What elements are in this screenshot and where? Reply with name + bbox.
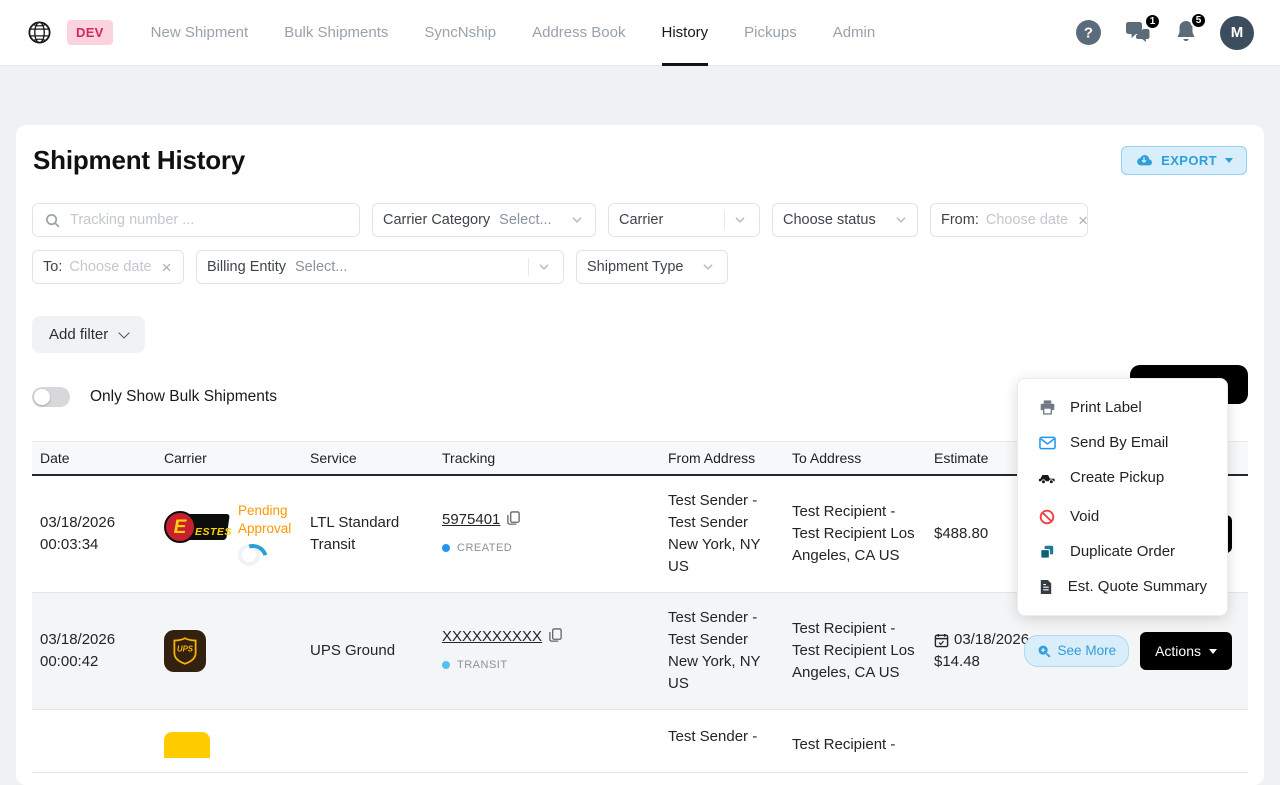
page-title: Shipment History <box>33 145 245 176</box>
from-address: Test Sender - Test Sender New York, NY U… <box>660 475 784 593</box>
nav-item-admin[interactable]: Admin <box>833 0 876 66</box>
chevron-down-icon <box>119 327 130 338</box>
bulk-toggle-label: Only Show Bulk Shipments <box>90 388 277 406</box>
page-body: Shipment History EXPORT Carrier Category… <box>0 66 1280 785</box>
magnifier-plus-icon <box>1037 644 1051 658</box>
filters-bar: Carrier Category Select... Carrier Choos… <box>32 203 1142 284</box>
chevron-down-icon <box>731 211 749 229</box>
from-address: Test Sender - <box>660 710 784 773</box>
notifications-button[interactable]: 5 <box>1174 19 1198 46</box>
row-actions-button[interactable]: Actions <box>1140 632 1232 670</box>
search-icon <box>45 213 60 228</box>
chevron-down-icon <box>568 211 586 229</box>
email-icon <box>1038 436 1056 450</box>
truck-icon <box>1038 470 1056 485</box>
column-header-date: Date <box>32 442 156 476</box>
caret-down-icon <box>1225 158 1233 163</box>
shipment-service: UPS Ground <box>302 593 434 710</box>
bulk-shipments-toggle[interactable] <box>32 387 70 407</box>
status-dot <box>442 661 450 669</box>
menu-item-print-label[interactable]: Print Label <box>1018 390 1227 425</box>
nav-item-pickups[interactable]: Pickups <box>744 0 797 66</box>
actions-dropdown-menu: Print Label Send By Email Create Pickup … <box>1017 378 1228 616</box>
menu-item-est-quote-summary[interactable]: Est. Quote Summary <box>1018 569 1227 604</box>
column-header-tracking: Tracking <box>434 442 660 476</box>
table-row: Test Sender - Test Recipient - <box>32 710 1248 773</box>
question-mark-icon: ? <box>1084 25 1093 42</box>
carrier-select[interactable]: Carrier <box>608 203 760 237</box>
top-nav: DEV New Shipment Bulk Shipments SyncNshi… <box>0 0 1280 66</box>
menu-item-send-by-email[interactable]: Send By Email <box>1018 425 1227 460</box>
to-address: Test Recipient - Test Recipient Los Ange… <box>784 593 926 710</box>
toggle-knob <box>34 389 50 405</box>
estimate-price: $14.48 <box>934 651 1030 673</box>
nav-item-address-book[interactable]: Address Book <box>532 0 625 66</box>
duplicate-icon <box>1038 544 1056 560</box>
void-icon <box>1038 509 1056 525</box>
menu-item-duplicate-order[interactable]: Duplicate Order <box>1018 534 1227 569</box>
document-icon <box>1038 579 1054 595</box>
ups-carrier-logo: UPS <box>164 630 206 672</box>
user-avatar[interactable]: M <box>1220 16 1254 50</box>
shipment-service: LTL Standard Transit <box>302 475 434 593</box>
shipment-date: 03/18/2026 00:00:42 <box>32 593 156 710</box>
menu-item-void[interactable]: Void <box>1018 499 1227 534</box>
nav-item-syncnship[interactable]: SyncNship <box>424 0 496 66</box>
copy-icon[interactable] <box>548 630 563 647</box>
nav-item-history[interactable]: History <box>662 0 709 66</box>
estes-carrier-logo: E ESTES <box>164 510 228 544</box>
column-header-to-address: To Address <box>784 442 926 476</box>
globe-logo-icon[interactable] <box>26 19 53 46</box>
to-address: Test Recipient - Test Recipient Los Ange… <box>784 475 926 593</box>
export-button[interactable]: EXPORT <box>1121 146 1247 175</box>
pending-approval-status: Pending Approval <box>238 502 308 538</box>
copy-icon[interactable] <box>506 513 521 530</box>
tracking-number-link[interactable]: 5975401 <box>442 511 500 528</box>
help-button[interactable]: ? <box>1075 19 1102 46</box>
chevron-down-icon <box>699 258 717 276</box>
add-filter-button[interactable]: Add filter <box>32 316 145 353</box>
clear-to-date-icon[interactable]: × <box>162 259 172 276</box>
clear-from-date-icon[interactable]: × <box>1078 212 1088 229</box>
chat-count-badge: 1 <box>1144 13 1161 30</box>
tracking-number-input[interactable] <box>68 211 347 229</box>
shipment-type-select[interactable]: Shipment Type <box>576 250 728 284</box>
notification-count-badge: 5 <box>1190 12 1207 29</box>
caret-down-icon <box>1209 649 1217 654</box>
column-header-service: Service <box>302 442 434 476</box>
status-select[interactable]: Choose status <box>772 203 918 237</box>
shipment-history-card: Shipment History EXPORT Carrier Category… <box>16 125 1264 785</box>
loading-spinner-icon <box>238 544 260 566</box>
nav-item-bulk-shipments[interactable]: Bulk Shipments <box>284 0 388 66</box>
printer-icon <box>1038 399 1056 416</box>
shipment-status: CREATED <box>457 537 512 559</box>
tracking-search-field[interactable] <box>32 203 360 237</box>
chevron-down-icon <box>535 258 553 276</box>
to-date-picker[interactable]: To: Choose date × <box>32 250 184 284</box>
carrier-logo-partial <box>164 732 210 758</box>
nav-item-new-shipment[interactable]: New Shipment <box>151 0 249 66</box>
to-address: Test Recipient - <box>784 710 926 773</box>
menu-item-create-pickup[interactable]: Create Pickup <box>1018 460 1227 495</box>
from-address: Test Sender - Test Sender New York, NY U… <box>660 593 784 710</box>
brand: DEV <box>26 19 113 46</box>
dev-environment-badge: DEV <box>67 20 113 45</box>
see-more-button[interactable]: See More <box>1024 635 1130 667</box>
cloud-download-icon <box>1135 153 1153 167</box>
billing-entity-select[interactable]: Billing Entity Select... <box>196 250 564 284</box>
carrier-category-select[interactable]: Carrier Category Select... <box>372 203 596 237</box>
column-header-carrier: Carrier <box>156 442 302 476</box>
status-dot <box>442 544 450 552</box>
main-nav: New Shipment Bulk Shipments SyncNship Ad… <box>151 0 876 66</box>
svg-text:UPS: UPS <box>177 645 194 654</box>
from-date-picker[interactable]: From: Choose date × <box>930 203 1088 237</box>
column-header-from-address: From Address <box>660 442 784 476</box>
tracking-number-link[interactable]: XXXXXXXXXX <box>442 628 542 645</box>
estimate-date: 03/18/2026 <box>954 629 1029 651</box>
shipment-status: TRANSIT <box>457 654 508 676</box>
messages-button[interactable]: 1 <box>1124 20 1152 46</box>
shipment-date: 03/18/2026 00:03:34 <box>32 475 156 593</box>
calendar-icon <box>934 633 949 648</box>
chevron-down-icon <box>892 211 910 229</box>
